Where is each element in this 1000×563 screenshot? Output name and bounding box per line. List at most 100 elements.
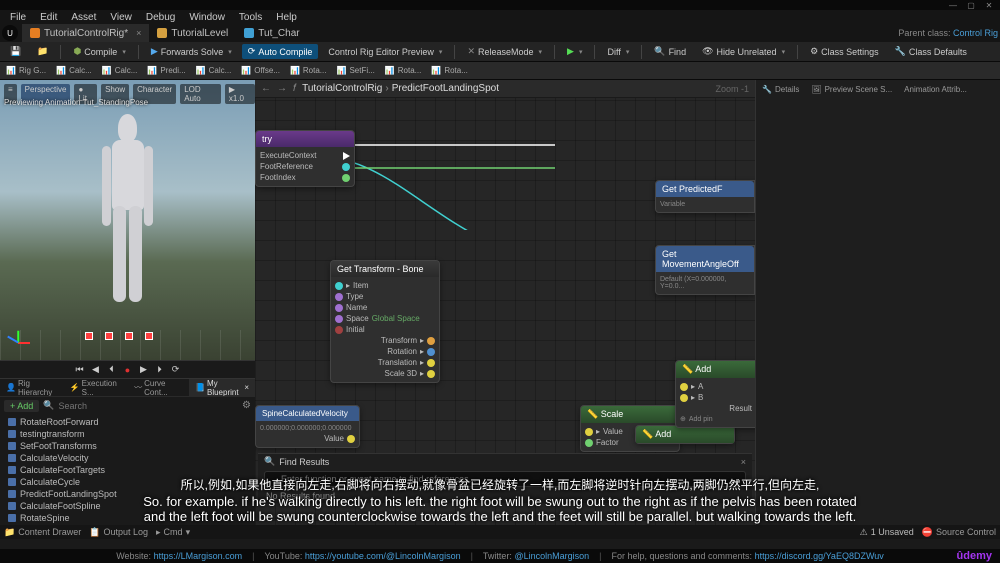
graph-tab[interactable]: 📊 Rota... [427, 65, 472, 76]
input-pin[interactable] [335, 326, 343, 334]
breadcrumb[interactable]: TutorialControlRig›PredictFootLandingSpo… [302, 83, 499, 94]
tab-tutorialcontrolrig[interactable]: TutorialControlRig* × [22, 24, 149, 42]
add-button[interactable]: + Add [4, 400, 39, 412]
tab-tutoriallevel[interactable]: TutorialLevel [149, 24, 236, 42]
graph-tab[interactable]: 📊 Rota... [381, 65, 426, 76]
find-input[interactable] [264, 471, 746, 487]
close-icon[interactable]: × [741, 457, 746, 467]
class-settings-button[interactable]: ⚙Class Settings [804, 44, 885, 59]
spine-velocity-node[interactable]: SpineCalculatedVelocity 0.000000;0.00000… [255, 405, 360, 448]
graph-tab[interactable]: 📊 Calc... [192, 65, 236, 76]
entry-node[interactable]: try ExecuteContext FootReference FootInd… [255, 130, 355, 187]
tab-my-blueprint[interactable]: 📘 My Blueprint × [189, 379, 255, 396]
function-item[interactable]: CalculateFootTargets [0, 464, 255, 476]
graph-tab[interactable]: 📊 SetFi... [332, 65, 378, 76]
cmd-dropdown[interactable]: ▸ Cmd ▾ [156, 527, 190, 538]
auto-compile-button[interactable]: ⟳Auto Compile [242, 44, 319, 59]
input-pin[interactable] [680, 394, 688, 402]
tab-preview-scene[interactable]: 🖼 Preview Scene S... [805, 80, 898, 98]
preview-dropdown[interactable]: Control Rig Editor Preview▾ [322, 45, 448, 59]
graph-tab[interactable]: 📊 Calc... [52, 65, 96, 76]
menu-tools[interactable]: Tools [233, 12, 268, 23]
play-button[interactable]: ▶ [138, 364, 150, 376]
gear-icon[interactable]: ⚙ [242, 400, 251, 411]
youtube-link[interactable]: https://youtube.com/@LincolnMargison [305, 551, 461, 561]
lod-dropdown[interactable]: LOD Auto [180, 84, 221, 104]
function-tree[interactable]: RotateRootForward testingtransform SetFo… [0, 414, 255, 525]
get-predicted-node[interactable]: Get PredictedF Variable [655, 180, 755, 213]
input-pin[interactable] [585, 428, 593, 436]
source-control-button[interactable]: ⛔ Source Control [922, 527, 996, 538]
hide-unrelated-button[interactable]: 👁Hide Unrelated▾ [696, 44, 791, 59]
save-button[interactable]: 💾 [4, 44, 27, 59]
exec-pin[interactable] [343, 152, 350, 160]
step-back2-button[interactable]: ⏴ [106, 364, 118, 376]
tab-rig-hierarchy[interactable]: 👤 Rig Hierarchy [0, 379, 64, 396]
input-pin[interactable] [335, 293, 343, 301]
function-item[interactable]: CalculateVelocity [0, 452, 255, 464]
output-pin[interactable] [347, 435, 355, 443]
function-item[interactable]: PredictFootLandingSpot [0, 488, 255, 500]
menu-window[interactable]: Window [183, 12, 231, 23]
input-pin[interactable] [680, 383, 688, 391]
output-pin[interactable] [342, 163, 350, 171]
nav-forward-button[interactable]: → [277, 83, 287, 94]
add-node[interactable]: 📏 Add ▸ A ▸ B Result ▸ ⊕ Add pin [675, 360, 755, 428]
window-close[interactable]: ✕ [984, 0, 994, 10]
window-maximize[interactable]: ▢ [966, 0, 976, 10]
menu-help[interactable]: Help [270, 12, 303, 23]
output-pin[interactable] [427, 337, 435, 345]
compile-button[interactable]: ⬢Compile▾ [67, 44, 131, 59]
browse-button[interactable]: 📁 [31, 44, 54, 59]
parent-class-link[interactable]: Control Rig [953, 28, 998, 38]
class-defaults-button[interactable]: 🔧Class Defaults [889, 44, 973, 59]
step-back-button[interactable]: ◀ [90, 364, 102, 376]
website-link[interactable]: https://LMargison.com [154, 551, 243, 561]
menu-debug[interactable]: Debug [140, 12, 181, 23]
unsaved-indicator[interactable]: ⚠ 1 Unsaved [860, 527, 914, 538]
tab-details[interactable]: 🔧 Details [756, 80, 805, 98]
tab-tutchar[interactable]: Tut_Char [236, 24, 307, 42]
diff-button[interactable]: Diff▾ [601, 45, 635, 59]
tab-close-icon[interactable]: × [136, 28, 141, 38]
speed-dropdown[interactable]: ▶ x1.0 [225, 84, 255, 104]
input-pin[interactable] [335, 304, 343, 312]
find-button[interactable]: 🔍Find [648, 44, 692, 59]
tab-animation-attrib[interactable]: Animation Attrib... [898, 80, 973, 98]
tab-curve[interactable]: 〰 Curve Cont... [128, 379, 189, 396]
menu-edit[interactable]: Edit [34, 12, 63, 23]
tab-execution[interactable]: ⚡ Execution S... [64, 379, 128, 396]
input-pin[interactable] [335, 282, 343, 290]
output-log-button[interactable]: 📋 Output Log [89, 527, 148, 538]
nav-back-button[interactable]: ← [261, 83, 271, 94]
rewind-button[interactable]: ⏮ [74, 364, 86, 376]
function-item[interactable]: testingtransform [0, 428, 255, 440]
menu-file[interactable]: File [4, 12, 32, 23]
get-movement-node[interactable]: Get MovementAngleOff Default (X=0.000000… [655, 245, 755, 295]
window-minimize[interactable]: — [948, 0, 958, 10]
get-transform-node[interactable]: Get Transform - Bone ▸ Item Type Name Sp… [330, 260, 440, 383]
output-pin[interactable] [427, 359, 435, 367]
output-pin[interactable] [427, 370, 435, 378]
twitter-link[interactable]: @LincolnMargison [514, 551, 589, 561]
function-item[interactable]: RotateRootForward [0, 416, 255, 428]
function-item[interactable]: CalculateCycle [0, 476, 255, 488]
play-button[interactable]: ▶▾ [561, 44, 588, 59]
graph-tab[interactable]: 📊 Calc... [98, 65, 142, 76]
graph-tab[interactable]: 📊 Offse... [237, 65, 284, 76]
add-pin-button[interactable]: Add pin [689, 416, 713, 423]
record-button[interactable]: ● [122, 364, 134, 376]
discord-link[interactable]: https://discord.gg/YaEQ8DZWuv [755, 551, 884, 561]
loop-button[interactable]: ⟳ [170, 364, 182, 376]
menu-asset[interactable]: Asset [65, 12, 102, 23]
function-item[interactable]: RotateSpine [0, 512, 255, 524]
input-pin[interactable] [585, 439, 593, 447]
search-input[interactable] [59, 401, 239, 411]
forwards-solve-button[interactable]: ▶Forwards Solve▾ [145, 44, 238, 59]
content-drawer-button[interactable]: 📁 Content Drawer [4, 527, 81, 538]
release-mode-button[interactable]: ✕ReleaseMode▾ [461, 44, 548, 59]
output-pin[interactable] [342, 174, 350, 182]
graph-tab[interactable]: 📊 Rota... [286, 65, 331, 76]
function-item[interactable]: SetFootTransforms [0, 440, 255, 452]
function-item[interactable]: CalculateFootSpline [0, 500, 255, 512]
